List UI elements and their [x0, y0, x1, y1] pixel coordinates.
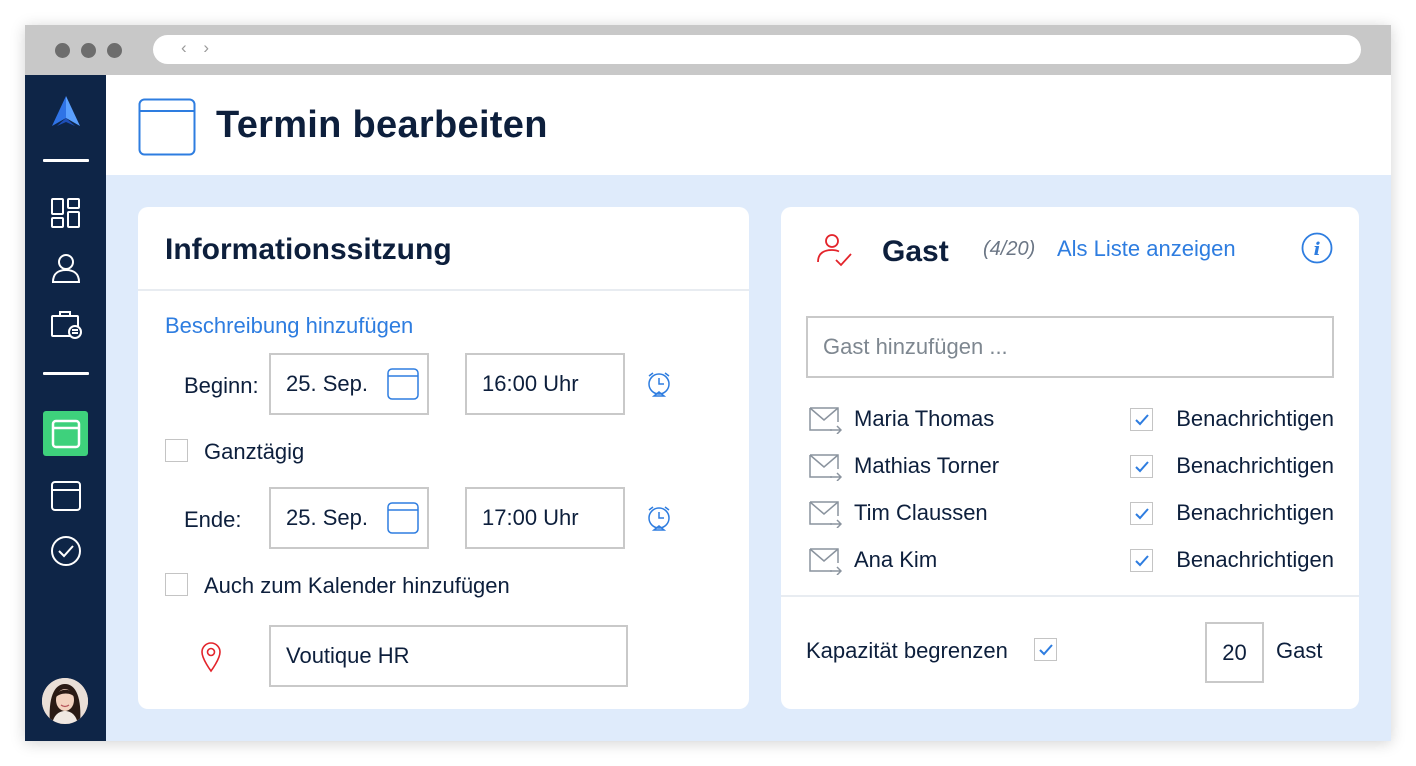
sidebar-separator [43, 372, 89, 375]
location-field[interactable]: Voutique HR [269, 625, 628, 687]
sidebar [25, 75, 106, 741]
user-check-icon [816, 232, 854, 273]
calendar-picker-icon[interactable] [387, 368, 419, 406]
guests-count: (4/20) [983, 238, 1036, 260]
window-close-dot[interactable] [55, 43, 70, 58]
location-pin-icon [200, 641, 222, 678]
calendar-icon[interactable] [43, 411, 88, 456]
notify-checkbox[interactable] [1130, 455, 1153, 478]
checkmark-icon [1038, 643, 1053, 655]
capacity-unit: Gast [1276, 638, 1323, 663]
capacity-input[interactable]: 20 [1205, 622, 1264, 683]
logo-icon[interactable] [43, 89, 88, 134]
all-day-checkbox[interactable] [165, 439, 188, 462]
end-time-value: 17:00 Uhr [482, 505, 579, 530]
start-date-field[interactable]: 25. Sep. [269, 353, 429, 415]
address-bar[interactable]: ‹ › [153, 35, 1361, 64]
notify-checkbox[interactable] [1130, 408, 1153, 431]
card-divider [138, 289, 749, 291]
end-label: Ende: [184, 507, 242, 532]
event-title[interactable]: Informationssitzung [165, 233, 452, 267]
capacity-label: Kapazität begrenzen [806, 638, 1008, 663]
add-to-calendar-checkbox[interactable] [165, 573, 188, 596]
dashboard-icon[interactable] [43, 190, 88, 235]
guest-name: Tim Claussen [854, 500, 988, 525]
checkmark-icon [1134, 413, 1149, 425]
capacity-checkbox[interactable] [1034, 638, 1057, 661]
add-description-link[interactable]: Beschreibung hinzufügen [165, 313, 413, 339]
user-icon[interactable] [43, 245, 88, 290]
guest-row: Maria Thomas Benachrichtigen [806, 406, 1334, 436]
add-guest-input[interactable]: Gast hinzufügen ... [806, 316, 1334, 378]
end-time-field[interactable]: 17:00 Uhr [465, 487, 625, 549]
guest-row: Mathias Torner Benachrichtigen [806, 453, 1334, 483]
guest-row: Ana Kim Benachrichtigen [806, 547, 1334, 577]
notify-checkbox[interactable] [1130, 502, 1153, 525]
card-divider [781, 595, 1359, 597]
browser-chrome: ‹ › [25, 25, 1391, 75]
all-day-label: Ganztägig [204, 439, 305, 464]
check-circle-icon[interactable] [43, 528, 88, 573]
window-maximize-dot[interactable] [107, 43, 122, 58]
mail-forward-icon[interactable] [808, 500, 843, 533]
alarm-clock-icon[interactable] [646, 371, 672, 404]
briefcase-icon[interactable] [43, 301, 88, 346]
calendar-outline-icon [138, 98, 196, 161]
event-details-card: Informationssitzung Beschreibung hinzufü… [138, 207, 749, 709]
notify-label: Benachrichtigen [1176, 500, 1334, 525]
checkmark-icon [1134, 507, 1149, 519]
guests-card: Gast (4/20) Als Liste anzeigen i Gast hi… [781, 207, 1359, 709]
nav-arrows[interactable]: ‹ › [181, 38, 215, 58]
notify-label: Benachrichtigen [1176, 406, 1334, 431]
svg-text:i: i [1314, 239, 1321, 260]
info-icon[interactable]: i [1301, 232, 1333, 269]
add-guest-placeholder: Gast hinzufügen ... [823, 334, 1008, 359]
start-time-field[interactable]: 16:00 Uhr [465, 353, 625, 415]
mail-forward-icon[interactable] [808, 406, 843, 439]
start-label: Beginn: [184, 373, 259, 398]
guest-name: Ana Kim [854, 547, 938, 572]
guest-row: Tim Claussen Benachrichtigen [806, 500, 1334, 530]
checkmark-icon [1134, 460, 1149, 472]
page-header: Termin bearbeiten [106, 75, 1391, 175]
start-date-value: 25. Sep. [286, 371, 368, 396]
window-minimize-dot[interactable] [81, 43, 96, 58]
sidebar-separator [43, 159, 89, 162]
end-date-field[interactable]: 25. Sep. [269, 487, 429, 549]
start-time-value: 16:00 Uhr [482, 371, 579, 396]
mail-forward-icon[interactable] [808, 453, 843, 486]
guest-name: Mathias Torner [854, 453, 1000, 478]
show-as-list-link[interactable]: Als Liste anzeigen [1057, 236, 1236, 262]
browser-window: ‹ › Termin bearbeiten Informationssitzun… [25, 25, 1391, 741]
end-date-value: 25. Sep. [286, 505, 368, 530]
location-value: Voutique HR [286, 643, 410, 668]
notify-checkbox[interactable] [1130, 549, 1153, 572]
checkmark-icon [1134, 554, 1149, 566]
notify-label: Benachrichtigen [1176, 453, 1334, 478]
page-title: Termin bearbeiten [216, 104, 548, 146]
guest-name: Maria Thomas [854, 406, 995, 431]
guests-title: Gast [882, 235, 949, 268]
mail-forward-icon[interactable] [808, 547, 843, 580]
alarm-clock-icon[interactable] [646, 505, 672, 538]
calendar-outline-icon[interactable] [43, 473, 88, 518]
notify-label: Benachrichtigen [1176, 547, 1334, 572]
add-to-calendar-label: Auch zum Kalender hinzufügen [204, 573, 510, 598]
avatar[interactable] [42, 678, 88, 724]
calendar-picker-icon[interactable] [387, 502, 419, 540]
